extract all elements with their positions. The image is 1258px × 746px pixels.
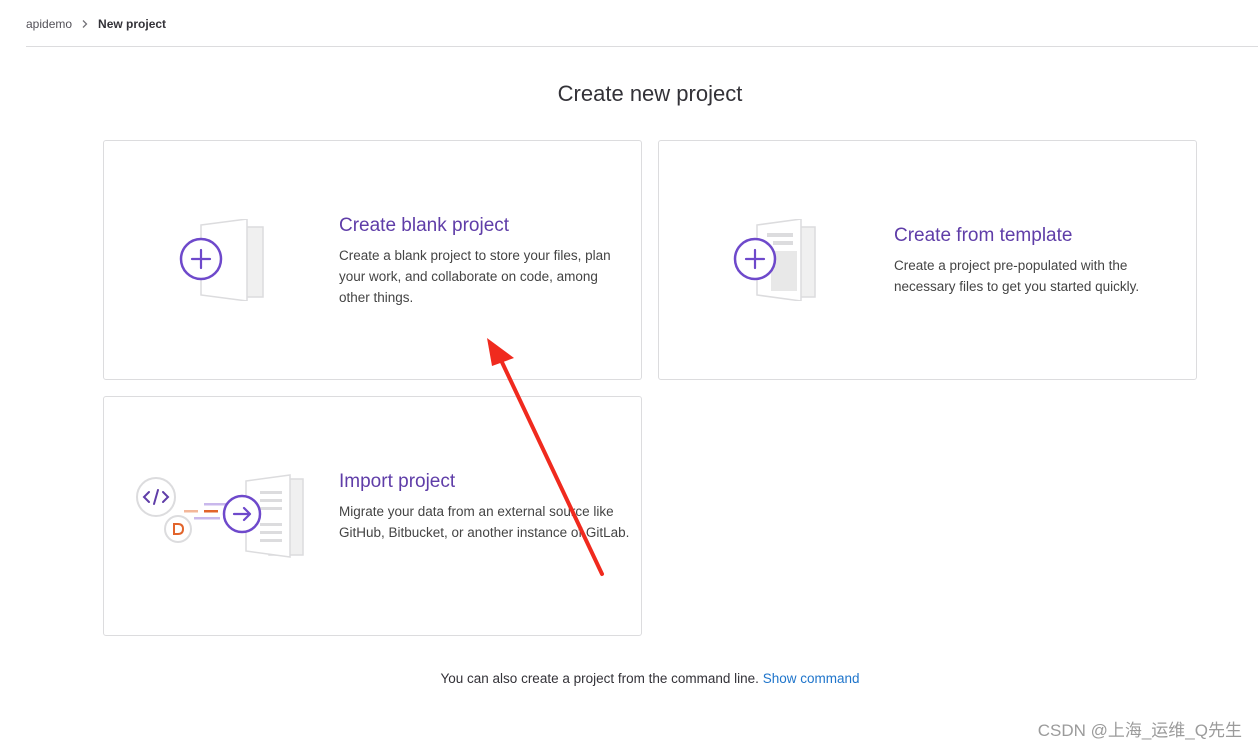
show-command-link[interactable]: Show command (763, 671, 860, 686)
page-title: Create new project (557, 81, 743, 106)
header-divider (26, 46, 1258, 47)
breadcrumb-current: New project (98, 17, 167, 31)
import-card-text: Import project Migrate your data from an… (339, 471, 634, 543)
breadcrumb-root-link[interactable]: apidemo (26, 17, 72, 31)
blank-card-text: Create blank project Create a blank proj… (339, 215, 629, 308)
create-from-template-card[interactable]: Create from template Create a project pr… (658, 140, 1197, 380)
breadcrumb: apidemo New project (26, 17, 166, 31)
csdn-watermark: CSDN @上海_运维_Q先生 (1037, 721, 1242, 740)
blank-card-title[interactable]: Create blank project (339, 215, 629, 237)
template-card-title[interactable]: Create from template (894, 225, 1184, 247)
create-blank-project-card[interactable]: Create blank project Create a blank proj… (103, 140, 642, 380)
plus-template-icon (733, 219, 816, 301)
blank-card-description: Create a blank project to store your fil… (339, 248, 611, 305)
new-project-page: apidemo New project Create new project C… (0, 0, 1258, 746)
template-card-text: Create from template Create a project pr… (894, 225, 1184, 297)
plus-document-icon (179, 219, 264, 301)
import-card-description: Migrate your data from an external sourc… (339, 504, 630, 540)
command-line-hint-text: You can also create a project from the c… (440, 671, 759, 686)
command-line-hint: You can also create a project from the c… (0, 671, 1258, 686)
template-card-description: Create a project pre-populated with the … (894, 258, 1140, 294)
import-card-title[interactable]: Import project (339, 471, 634, 493)
import-project-card[interactable]: Import project Migrate your data from an… (103, 396, 642, 636)
chevron-right-icon (82, 20, 88, 28)
import-arrow-icon (136, 474, 304, 558)
